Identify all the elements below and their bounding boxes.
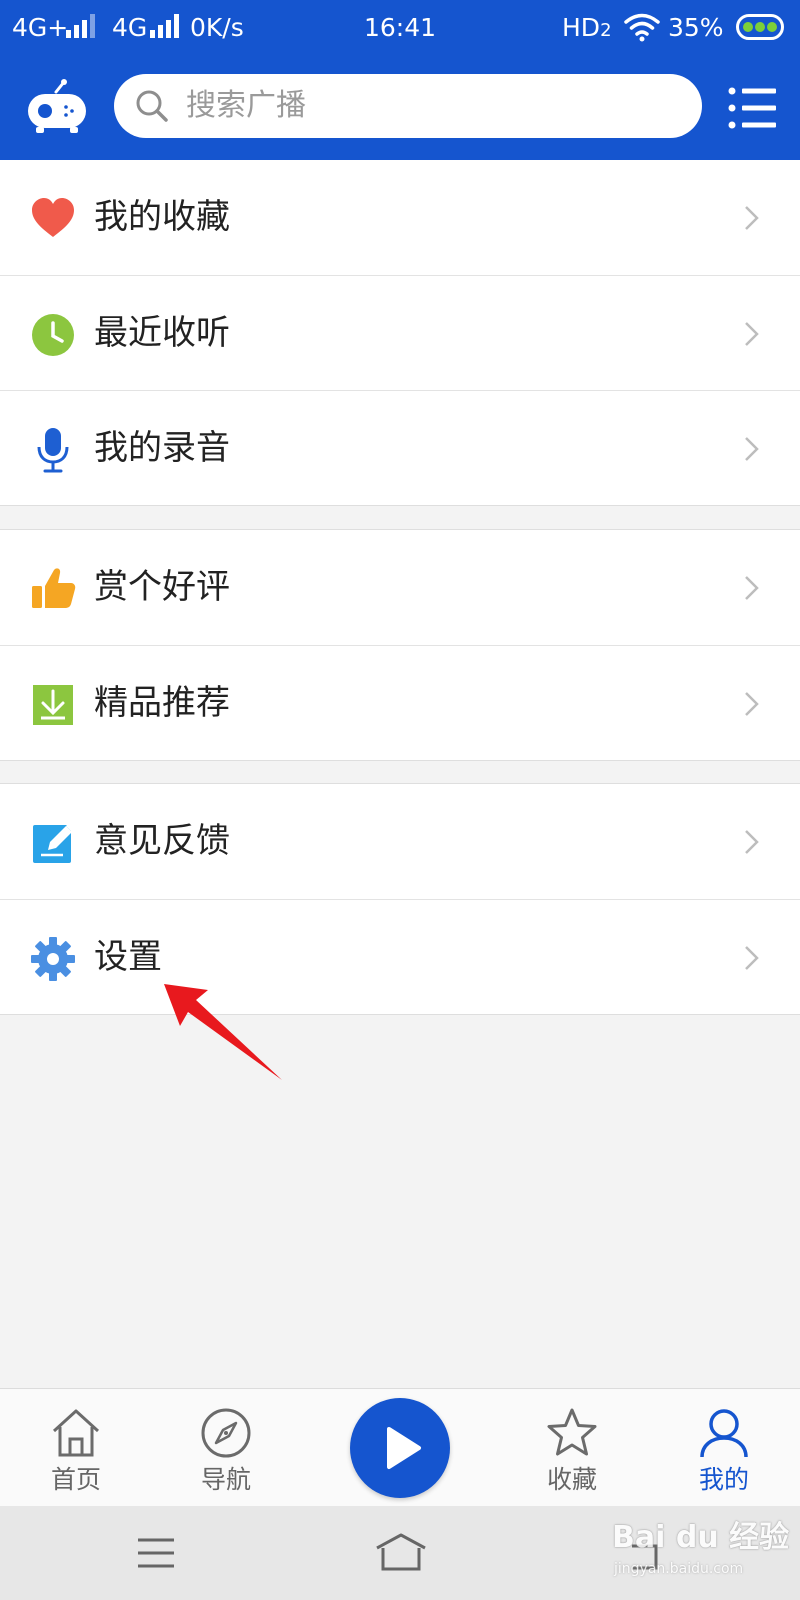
tab-label: 我的 [698,1465,749,1494]
tab-label: 导航 [200,1465,251,1494]
system-nav-bar: Bai du 经验 jingyan.baidu.com [0,1506,800,1600]
hd-indicator: HD2 [562,13,612,42]
menu-item-label: 赏个好评 [94,567,230,607]
tab-mine[interactable]: 我的 [664,1389,784,1507]
radio-logo-icon[interactable] [26,78,88,136]
tab-navigation[interactable]: 导航 [166,1389,286,1507]
clock-time: 16:41 [364,13,437,42]
tab-home[interactable]: 首页 [16,1389,136,1507]
chevron-right-icon [745,830,759,854]
annotation-arrow [164,984,282,1080]
menu-icon[interactable] [136,1536,176,1570]
menu-item-label: 我的录音 [94,428,230,468]
network-speed: 0K/s [190,13,244,42]
wifi-icon [624,13,660,42]
list-menu-icon[interactable] [728,86,776,130]
chevron-right-icon [745,946,759,970]
star-icon [547,1408,597,1456]
download-icon [33,685,73,725]
menu-item-settings[interactable]: 设置 [0,899,800,1014]
user-icon [700,1409,748,1458]
menu-item-recordings[interactable]: 我的录音 [0,390,800,505]
feedback-edit-icon [33,823,75,863]
menu-group-promote: 赏个好评 精品推荐 [0,529,800,761]
menu-item-favorites[interactable]: 我的收藏 [0,160,800,275]
microphone-icon [37,428,69,473]
menu-group-support: 意见反馈 设置 [0,783,800,1015]
play-button[interactable] [350,1398,450,1498]
home-icon [52,1409,100,1457]
menu-item-label: 设置 [94,937,162,977]
search-input[interactable]: 搜索广播 [114,74,702,138]
menu-item-feedback[interactable]: 意见反馈 [0,784,800,899]
thumbs-up-icon [32,568,76,608]
clock-icon [32,314,74,356]
tab-label: 收藏 [546,1465,597,1494]
chevron-right-icon [745,437,759,461]
play-icon [387,1427,421,1469]
search-placeholder: 搜索广播 [186,88,306,123]
signal-icon [150,14,179,38]
chevron-right-icon [745,322,759,346]
battery-percent: 35% [668,13,724,42]
menu-item-label: 精品推荐 [94,683,230,723]
menu-item-recent[interactable]: 最近收听 [0,275,800,390]
menu-item-recommended-apps[interactable]: 精品推荐 [0,645,800,760]
chevron-right-icon [745,206,759,230]
watermark-main: Bai du 经验 [612,1520,790,1555]
menu-item-label: 我的收藏 [94,197,230,237]
menu-item-label: 最近收听 [94,313,230,353]
network-type-1: 4G+ [12,13,69,42]
chevron-right-icon [745,692,759,716]
watermark-sub: jingyan.baidu.com [614,1561,744,1577]
tab-favorites[interactable]: 收藏 [512,1389,632,1507]
home-outline-icon[interactable] [374,1532,428,1572]
chevron-right-icon [745,576,759,600]
gear-icon [31,937,75,981]
signal-icon [66,14,95,38]
menu-group-personal: 我的收藏 最近收听 我的录音 [0,160,800,506]
heart-icon [32,198,74,237]
top-header: 4G+ 4G 0K/s 16:41 HD2 35% 搜索广播 [0,0,800,160]
status-bar: 4G+ 4G 0K/s 16:41 HD2 35% [0,0,800,56]
search-icon [136,90,168,122]
battery-icon [736,14,784,40]
menu-item-rate-app[interactable]: 赏个好评 [0,530,800,645]
network-type-2: 4G [112,13,148,42]
menu-item-label: 意见反馈 [94,821,230,861]
compass-icon [201,1408,251,1458]
baidu-watermark: Bai du 经验 jingyan.baidu.com [612,1518,789,1590]
tab-label: 首页 [50,1465,101,1494]
